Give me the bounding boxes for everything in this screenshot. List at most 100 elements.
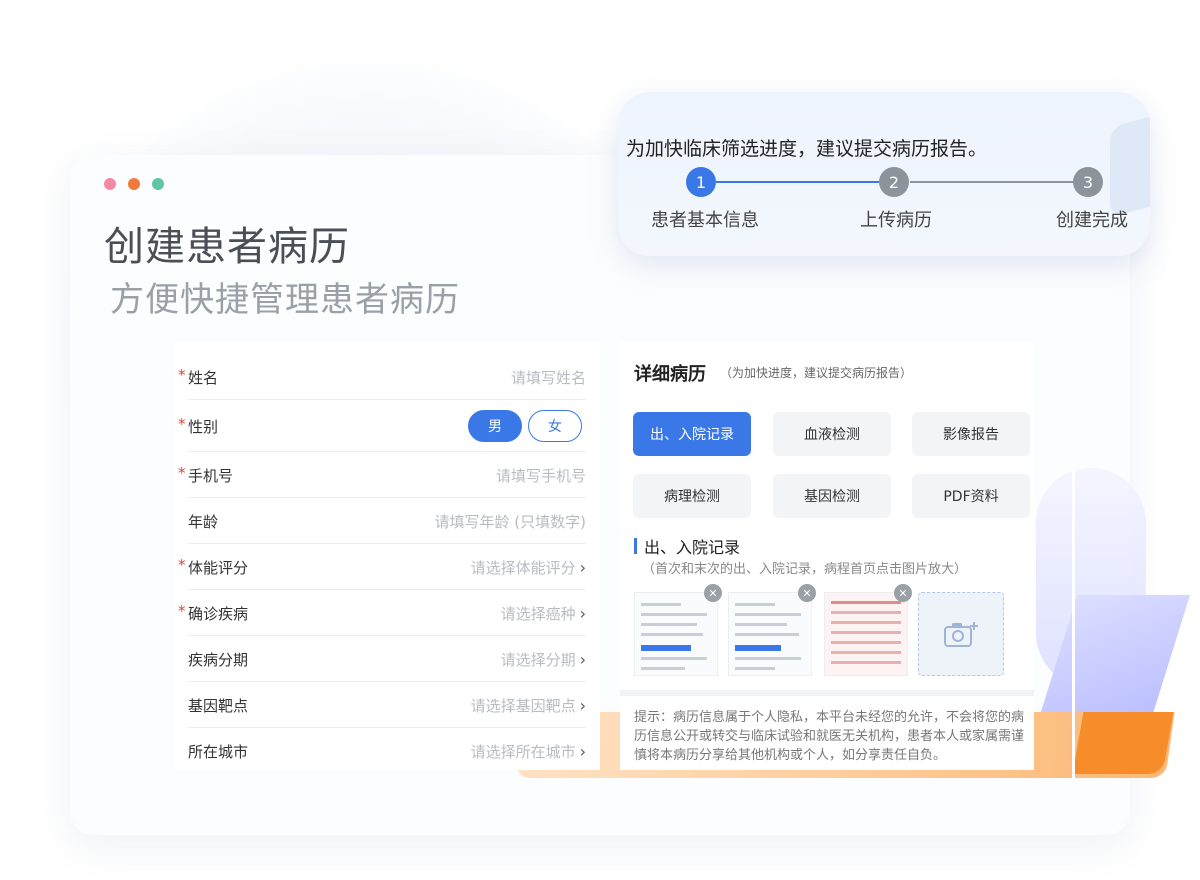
category-pathology[interactable]: 病理检测 — [633, 474, 751, 518]
form-row-gene-target[interactable]: 基因靶点 请选择基因靶点 › — [174, 682, 586, 728]
add-photo-button[interactable] — [918, 592, 1004, 676]
medical-record-panel: 详细病历 （为加快进度，建议提交病历报告） 出、入院记录 血液检测 影像报告 病… — [620, 342, 1034, 770]
step-3-label: 创建完成 — [1056, 210, 1128, 231]
category-blood-test[interactable]: 血液检测 — [773, 412, 891, 456]
section-description: （首次和末次的出、入院记录，病程首页点击图片放大） — [642, 562, 968, 577]
form-row-city[interactable]: 所在城市 请选择所在城市 › — [174, 728, 586, 774]
doc-line — [735, 613, 801, 616]
chevron-right-icon: › — [579, 741, 586, 761]
form-label: 体能评分 — [188, 558, 249, 577]
performance-score-select[interactable]: 请选择体能评分 › — [471, 557, 586, 578]
required-mark: * — [178, 415, 186, 433]
illustration-bar — [1072, 460, 1075, 778]
chevron-right-icon: › — [579, 649, 586, 669]
doc-line — [831, 661, 901, 664]
category-gene-test[interactable]: 基因检测 — [773, 474, 891, 518]
gender-male-button[interactable]: 男 — [468, 410, 522, 442]
dot-green — [152, 178, 164, 190]
stepper-hint: 为加快临床筛选进度，建议提交病历报告。 — [626, 138, 988, 160]
form-label: 姓名 — [188, 368, 219, 387]
record-image-3[interactable] — [824, 592, 908, 676]
chevron-right-icon: › — [579, 557, 586, 577]
required-mark: * — [178, 602, 186, 620]
form-row-name[interactable]: * 姓名 请填写姓名 — [174, 354, 586, 400]
step-line-2 — [910, 181, 1088, 183]
city-select[interactable]: 请选择所在城市 › — [471, 741, 586, 762]
doc-line — [831, 631, 901, 634]
gender-female-button[interactable]: 女 — [528, 410, 582, 442]
gender-toggle: 男 女 — [468, 410, 582, 442]
dot-orange — [128, 178, 140, 190]
form-row-performance-score[interactable]: * 体能评分 请选择体能评分 › — [174, 544, 586, 590]
select-placeholder: 请选择体能评分 — [470, 558, 576, 577]
doc-line — [641, 613, 707, 616]
name-input[interactable]: 请填写姓名 — [511, 367, 586, 388]
stepper-decoration — [1110, 116, 1150, 218]
doc-line — [735, 657, 801, 660]
section-title: 出、入院记录 — [644, 538, 741, 557]
stage-select[interactable]: 请选择分期 › — [501, 649, 586, 670]
step-line-1 — [716, 181, 894, 183]
form-row-phone[interactable]: * 手机号 请填写手机号 — [174, 452, 586, 498]
section-accent-bar — [634, 538, 637, 554]
form-row-age[interactable]: 年龄 请填写年龄 (只填数字) — [174, 498, 586, 544]
doc-line — [831, 641, 901, 644]
select-placeholder: 请选择癌种 — [500, 604, 576, 623]
select-placeholder: 请选择分期 — [500, 650, 576, 669]
form-label: 所在城市 — [188, 742, 249, 761]
required-mark: * — [178, 556, 186, 574]
step-3-circle: 3 — [1073, 167, 1103, 197]
doc-line — [735, 623, 787, 626]
form-label: 疾病分期 — [188, 650, 249, 669]
diagnosis-select[interactable]: 请选择癌种 › — [501, 603, 586, 624]
doc-line — [641, 633, 703, 636]
form-label: 基因靶点 — [188, 696, 249, 715]
form-label: 手机号 — [188, 466, 234, 485]
doc-highlight — [735, 645, 781, 651]
remove-image-1-icon[interactable]: ✕ — [704, 584, 722, 602]
record-image-1[interactable] — [634, 592, 718, 676]
category-pdf[interactable]: PDF资料 — [912, 474, 1030, 518]
doc-line — [641, 657, 707, 660]
chevron-right-icon: › — [579, 603, 586, 623]
gene-target-select[interactable]: 请选择基因靶点 › — [471, 695, 586, 716]
progress-stepper: 为加快临床筛选进度，建议提交病历报告。 1 2 3 患者基本信息 上传病历 创建… — [618, 92, 1150, 256]
step-2-circle: 2 — [879, 167, 909, 197]
window-dots — [104, 178, 164, 190]
remove-image-2-icon[interactable]: ✕ — [798, 584, 816, 602]
privacy-disclaimer: 提示：病历信息属于个人隐私，本平台未经您的允许，不会将您的病历信息公开或转交与临… — [634, 710, 1025, 763]
doc-line — [641, 623, 697, 626]
record-image-2[interactable] — [728, 592, 812, 676]
page-subtitle: 方便快捷管理患者病历 — [110, 280, 460, 320]
form-label: 确诊疾病 — [188, 604, 249, 623]
step-1-circle: 1 — [686, 167, 716, 197]
doc-line — [641, 667, 685, 670]
doc-line — [735, 603, 775, 606]
doc-line — [831, 651, 901, 654]
required-mark: * — [178, 366, 186, 384]
category-imaging-report[interactable]: 影像报告 — [912, 412, 1030, 456]
required-mark: * — [178, 464, 186, 482]
doc-line — [831, 611, 901, 614]
camera-plus-icon — [944, 622, 978, 647]
chevron-right-icon: › — [579, 695, 586, 715]
form-label: 性别 — [188, 417, 219, 436]
doc-line — [831, 621, 901, 624]
doc-highlight — [641, 645, 691, 651]
doc-line — [641, 603, 681, 606]
dot-pink — [104, 178, 116, 190]
detail-title: 详细病历 — [634, 364, 706, 385]
category-admission-records[interactable]: 出、入院记录 — [633, 412, 751, 456]
detail-note: （为加快进度，建议提交病历报告） — [720, 366, 913, 380]
age-input[interactable]: 请填写年龄 (只填数字) — [435, 511, 586, 532]
form-row-diagnosis[interactable]: * 确诊疾病 请选择癌种 › — [174, 590, 586, 636]
doc-line — [735, 633, 799, 636]
form-row-stage[interactable]: 疾病分期 请选择分期 › — [174, 636, 586, 682]
select-placeholder: 请选择基因靶点 — [470, 696, 576, 715]
illustration-orange-block — [1072, 712, 1174, 774]
doc-line — [735, 667, 775, 670]
section-separator — [620, 690, 1034, 696]
phone-input[interactable]: 请填写手机号 — [496, 465, 586, 486]
doc-line — [831, 601, 901, 604]
remove-image-3-icon[interactable]: ✕ — [894, 584, 912, 602]
